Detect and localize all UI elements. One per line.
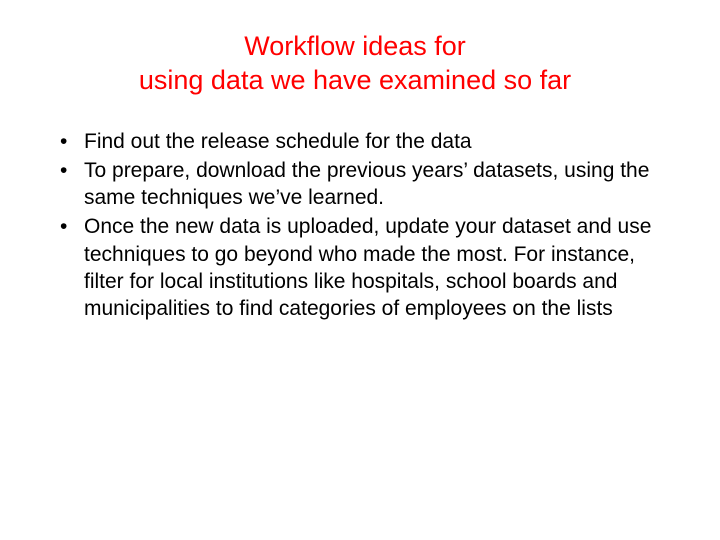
list-item: To prepare, download the previous years’… xyxy=(60,157,670,212)
bullet-list: Find out the release schedule for the da… xyxy=(40,128,670,323)
bullet-text: Once the new data is uploaded, update yo… xyxy=(84,215,651,320)
slide-title: Workflow ideas for using data we have ex… xyxy=(40,30,670,98)
bullet-text: To prepare, download the previous years’… xyxy=(84,159,649,209)
list-item: Once the new data is uploaded, update yo… xyxy=(60,213,670,322)
list-item: Find out the release schedule for the da… xyxy=(60,128,670,155)
title-text-line2: using data we have examined so far xyxy=(139,65,571,95)
title-text-line1: Workflow ideas for xyxy=(244,31,466,61)
bullet-text: Find out the release schedule for the da… xyxy=(84,130,472,153)
